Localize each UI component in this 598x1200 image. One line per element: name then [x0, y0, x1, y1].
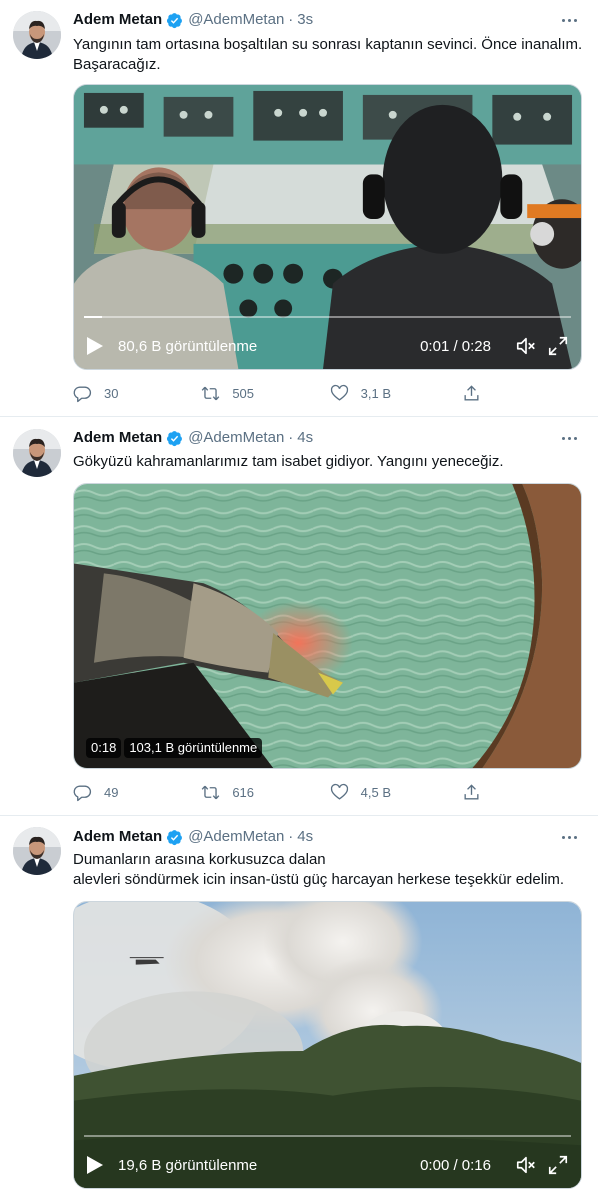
- tweet-text: Yangının tam ortasına boşaltılan su sonr…: [73, 36, 583, 73]
- tweet-text: Gökyüzü kahramanlarımız tam isabet gidiy…: [73, 453, 504, 470]
- video-player[interactable]: 80,6 B görüntülenme 0:01 / 0:28: [73, 84, 582, 370]
- author-name[interactable]: Adem Metan: [73, 827, 162, 847]
- avatar[interactable]: [13, 429, 61, 477]
- view-count: 103,1 B görüntülenme: [124, 738, 263, 758]
- author-name[interactable]: Adem Metan: [73, 10, 162, 30]
- tweet-header: Adem Metan @AdemMetan · 4s: [73, 428, 313, 448]
- video-progress-bar[interactable]: [84, 1135, 571, 1137]
- retweet-icon: [202, 386, 220, 400]
- verified-badge-icon: [167, 829, 183, 845]
- avatar-image: [13, 11, 61, 59]
- timestamp[interactable]: 4s: [297, 827, 313, 847]
- view-count: 19,6 B görüntülenme: [118, 1156, 258, 1174]
- author-handle[interactable]: @AdemMetan: [188, 10, 284, 30]
- avatar-image: [13, 827, 61, 875]
- avatar-image: [13, 429, 61, 477]
- like-icon: [330, 384, 348, 401]
- tweet-header: Adem Metan @AdemMetan · 3s: [73, 10, 313, 30]
- mute-icon[interactable]: [515, 335, 537, 357]
- share-button[interactable]: [462, 783, 493, 802]
- retweet-icon: [202, 785, 220, 799]
- tweet-actions: 30 505 3,1 B: [73, 383, 493, 403]
- retweet-count: 616: [232, 784, 255, 800]
- timestamp[interactable]: 4s: [297, 428, 313, 448]
- reply-button[interactable]: 30: [73, 384, 201, 403]
- tweet-actions: 49 616 4,5 B: [73, 782, 493, 802]
- video-player[interactable]: 19,6 B görüntülenme 0:00 / 0:16: [73, 901, 582, 1189]
- retweet-button[interactable]: 505: [201, 384, 329, 403]
- reply-count: 30: [104, 385, 119, 401]
- video-time: 0:00 / 0:16: [420, 1156, 491, 1174]
- view-count: 80,6 B görüntülenme: [118, 337, 258, 355]
- reply-button[interactable]: 49: [73, 783, 201, 802]
- reply-count: 49: [104, 784, 119, 800]
- separator-dot: ·: [288, 828, 294, 845]
- video-time: 0:01 / 0:28: [420, 337, 491, 355]
- like-icon: [330, 783, 348, 800]
- share-icon: [464, 384, 479, 401]
- tweet-3[interactable]: Adem Metan @AdemMetan · 4s Dumanların ar…: [0, 816, 598, 1200]
- reply-icon: [73, 784, 92, 801]
- like-button[interactable]: 4,5 B: [330, 783, 458, 802]
- tweet-2[interactable]: Adem Metan @AdemMetan · 4s Gökyüzü kahra…: [0, 417, 598, 815]
- avatar[interactable]: [13, 11, 61, 59]
- video-progress-fill: [84, 316, 102, 318]
- video-frame-water-drop: [74, 484, 581, 768]
- tweet-header: Adem Metan @AdemMetan · 4s: [73, 827, 313, 847]
- mute-icon[interactable]: [515, 1154, 537, 1176]
- retweet-count: 505: [232, 385, 255, 401]
- play-icon[interactable]: [86, 336, 104, 356]
- more-icon[interactable]: [558, 10, 580, 30]
- tweet-text: Dumanların arasına korkusuzca dalan alev…: [73, 851, 565, 888]
- author-name[interactable]: Adem Metan: [73, 428, 162, 448]
- video-time: 0:18: [86, 738, 122, 758]
- author-handle[interactable]: @AdemMetan: [188, 827, 284, 847]
- author-handle[interactable]: @AdemMetan: [188, 428, 284, 448]
- timestamp[interactable]: 3s: [297, 10, 313, 30]
- reply-icon: [73, 385, 92, 402]
- avatar[interactable]: [13, 827, 61, 875]
- video-progress-bar[interactable]: [84, 316, 571, 318]
- fullscreen-icon[interactable]: [547, 335, 569, 357]
- video-controls: 80,6 B görüntülenme 0:01 / 0:28: [74, 326, 581, 366]
- verified-badge-icon: [167, 12, 183, 28]
- more-icon[interactable]: [558, 428, 580, 448]
- share-icon: [464, 783, 479, 800]
- like-count: 3,1 B: [360, 385, 392, 401]
- more-icon[interactable]: [558, 827, 580, 847]
- fullscreen-icon[interactable]: [547, 1154, 569, 1176]
- retweet-button[interactable]: 616: [201, 783, 329, 802]
- play-icon[interactable]: [86, 1155, 104, 1175]
- like-button[interactable]: 3,1 B: [330, 384, 458, 403]
- separator-dot: ·: [288, 11, 294, 28]
- verified-badge-icon: [167, 430, 183, 446]
- video-info-badge: 0:18 103,1 B görüntülenme: [86, 738, 263, 758]
- separator-dot: ·: [288, 429, 294, 446]
- like-count: 4,5 B: [360, 784, 392, 800]
- tweet-1[interactable]: Adem Metan @AdemMetan · 3s Yangının tam …: [0, 0, 598, 416]
- video-player[interactable]: 0:18 103,1 B görüntülenme: [73, 483, 582, 769]
- share-button[interactable]: [462, 384, 493, 403]
- video-controls: 19,6 B görüntülenme 0:00 / 0:16: [74, 1145, 581, 1185]
